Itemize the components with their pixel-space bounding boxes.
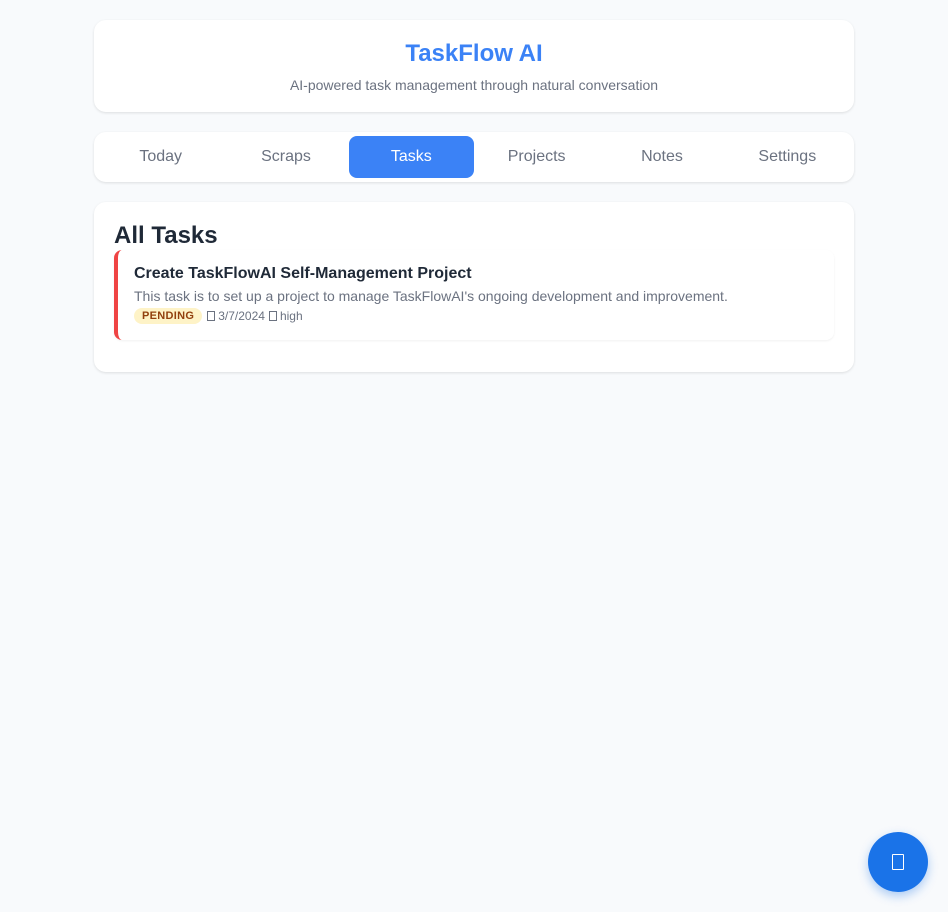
tasks-panel: All Tasks Create TaskFlowAI Self-Managem… (94, 202, 854, 372)
chat-fab-button[interactable] (868, 832, 928, 892)
priority-icon (268, 311, 277, 321)
tab-settings[interactable]: Settings (725, 136, 850, 178)
tab-notes[interactable]: Notes (599, 136, 724, 178)
task-title: Create TaskFlowAI Self-Management Projec… (134, 265, 472, 282)
tab-today[interactable]: Today (98, 136, 223, 178)
tab-projects[interactable]: Projects (474, 136, 599, 178)
task-meta: PENDING 3/7/2024 high (134, 308, 307, 324)
nav-bar: Today Scraps Tasks Projects Notes Settin… (94, 132, 854, 182)
status-badge: PENDING (134, 308, 203, 324)
task-priority: high (279, 309, 303, 323)
task-date: 3/7/2024 (218, 309, 265, 323)
section-title: All Tasks (114, 222, 218, 249)
chat-icon (892, 854, 904, 870)
calendar-icon (207, 311, 216, 321)
app-subtitle: AI-powered task management through natur… (289, 77, 659, 93)
tab-tasks[interactable]: Tasks (348, 136, 474, 178)
header-card: TaskFlow AI AI-powered task management t… (94, 20, 854, 112)
task-description: This task is to set up a project to mana… (134, 288, 728, 304)
tab-scraps[interactable]: Scraps (223, 136, 348, 178)
task-item[interactable]: Create TaskFlowAI Self-Management Projec… (114, 250, 834, 340)
app-title: TaskFlow AI (405, 40, 543, 67)
